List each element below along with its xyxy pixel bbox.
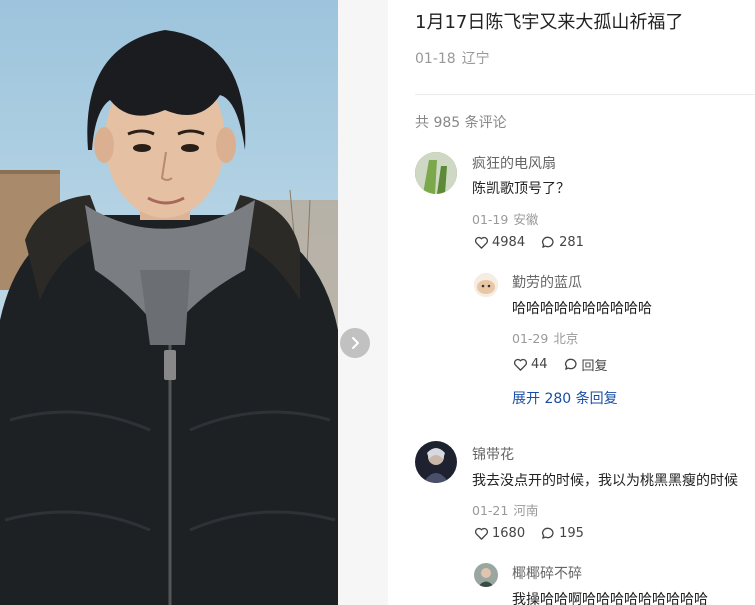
- reply-count: 195: [559, 526, 584, 541]
- avatar-image: [474, 273, 498, 297]
- reply-count-button[interactable]: 281: [541, 235, 584, 250]
- like-button[interactable]: 4984: [474, 235, 525, 250]
- portrait-illustration: [0, 30, 338, 605]
- comment-actions: 1680 195: [474, 526, 584, 541]
- like-count: 4984: [492, 235, 526, 250]
- post-title: 1月17日陈飞宇又来大孤山祈福了: [415, 12, 684, 33]
- reply-actions: 44 回复: [513, 355, 608, 374]
- comment-username[interactable]: 疯狂的电风扇: [472, 153, 556, 173]
- post-detail-page: 1月17日陈飞宇又来大孤山祈福了 01-18 辽宁 共 985 条评论 疯狂的电风…: [0, 0, 755, 605]
- comment-date: 01-21: [472, 503, 509, 518]
- heart-outline-icon: [514, 358, 527, 371]
- reply-count-button[interactable]: 195: [541, 526, 584, 541]
- comment-meta: 01-21 河南: [472, 500, 538, 519]
- chevron-right-icon: [352, 337, 359, 349]
- reply-date: 01-29: [512, 331, 549, 346]
- like-button[interactable]: 44: [513, 357, 548, 372]
- comment-count: 共 985 条评论: [415, 115, 507, 131]
- post-content-panel: 1月17日陈飞宇又来大孤山祈福了 01-18 辽宁 共 985 条评论 疯狂的电风…: [388, 0, 755, 605]
- comment-actions: 4984 281: [474, 235, 584, 250]
- reply-label: 回复: [581, 359, 608, 374]
- comment-date: 01-19: [472, 212, 509, 227]
- like-count: 44: [531, 357, 548, 372]
- reply-text: 哈哈哈哈哈哈哈哈哈哈: [512, 301, 652, 317]
- avatar[interactable]: [474, 563, 498, 587]
- heart-outline-icon: [475, 236, 488, 249]
- reply-count: 281: [559, 235, 584, 250]
- speech-bubble-icon: [542, 527, 554, 539]
- post-date: 01-18: [415, 51, 456, 67]
- reply-text: 我操哈哈啊哈哈哈哈哈哈哈哈哈: [512, 592, 708, 605]
- reply-meta: 01-29 北京: [512, 328, 578, 347]
- speech-bubble-icon: [564, 358, 577, 370]
- comment-location: 河南: [513, 503, 539, 518]
- avatar-image: [415, 152, 457, 194]
- heart-outline-icon: [475, 527, 488, 540]
- avatar[interactable]: [415, 152, 457, 194]
- reply-username[interactable]: 椰椰碎不碎: [512, 563, 582, 583]
- post-location: 辽宁: [461, 51, 490, 67]
- comment-text: 陈凯歌顶号了？: [472, 181, 570, 197]
- next-image-button[interactable]: [340, 328, 370, 358]
- comment-location: 安徽: [513, 212, 539, 227]
- gallery-gutter: [338, 0, 388, 605]
- expand-replies-link[interactable]: 展开 280 条回复: [512, 388, 618, 408]
- avatar-image: [415, 441, 457, 483]
- speech-bubble-icon: [542, 236, 554, 248]
- like-count: 1680: [492, 526, 526, 541]
- comment-username[interactable]: 锦带花: [472, 444, 514, 464]
- avatar[interactable]: [474, 273, 498, 297]
- comment-text: 我去没点开的时候，我以为桃黑黑瘦的时候: [472, 473, 738, 489]
- post-photo[interactable]: [0, 0, 338, 605]
- reply-location: 北京: [553, 331, 579, 346]
- reply-button[interactable]: 回复: [564, 355, 608, 374]
- like-button[interactable]: 1680: [474, 526, 525, 541]
- reply-username[interactable]: 勤劳的蓝瓜: [512, 272, 582, 292]
- avatar-image: [474, 563, 498, 587]
- divider: [415, 94, 755, 95]
- avatar[interactable]: [415, 441, 457, 483]
- comment-meta: 01-19 安徽: [472, 209, 538, 228]
- post-meta: 01-18 辽宁: [415, 48, 490, 68]
